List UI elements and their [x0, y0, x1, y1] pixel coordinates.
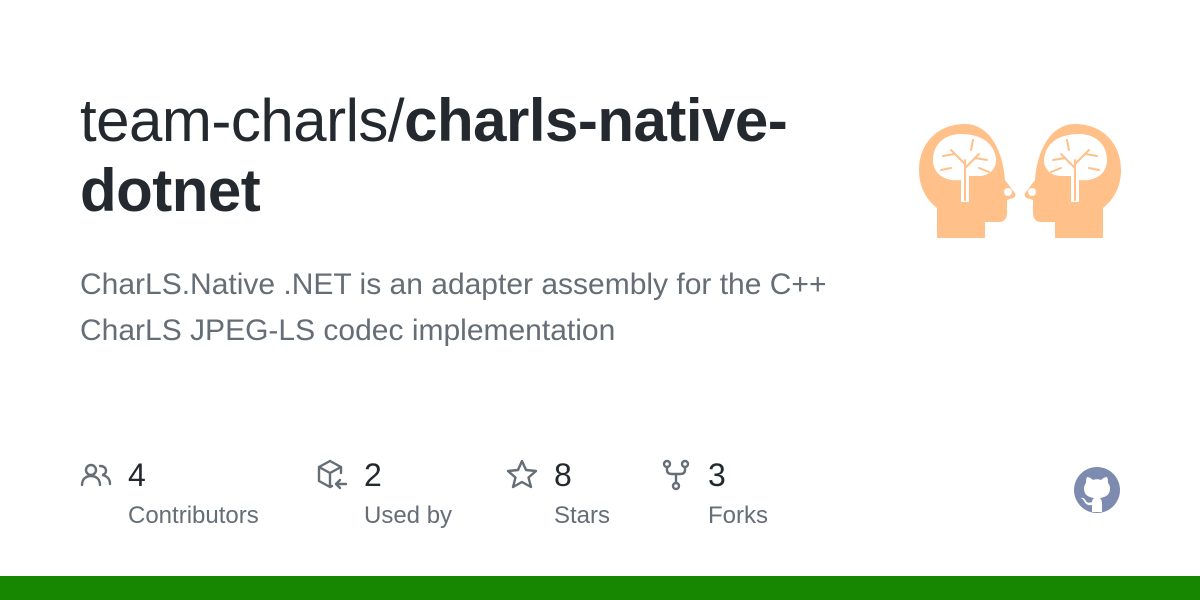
stars-count: 8: [554, 457, 572, 493]
star-icon: [506, 459, 538, 489]
repo-description: CharLS.Native .NET is an adapter assembl…: [80, 268, 827, 347]
forks-count: 3: [708, 457, 726, 493]
used-by-count: 2: [364, 457, 382, 493]
stars-label: Stars: [554, 502, 611, 529]
people-icon: [80, 463, 112, 487]
language-color-bar: [0, 576, 1200, 600]
forks-label: Forks: [708, 502, 768, 529]
two-heads-brain-icon: [919, 124, 1121, 238]
contributors-label: Contributors: [128, 502, 259, 529]
package-dependents-icon: [317, 459, 348, 490]
repo-forked-icon: [662, 459, 690, 491]
used-by-label: Used by: [364, 502, 453, 529]
contributors-count: 4: [128, 457, 146, 493]
repo-title: team-charls/charls-native-dotnet: [80, 86, 880, 226]
github-logo-icon[interactable]: [1073, 466, 1121, 514]
repo-owner: team-charls/: [80, 87, 405, 154]
